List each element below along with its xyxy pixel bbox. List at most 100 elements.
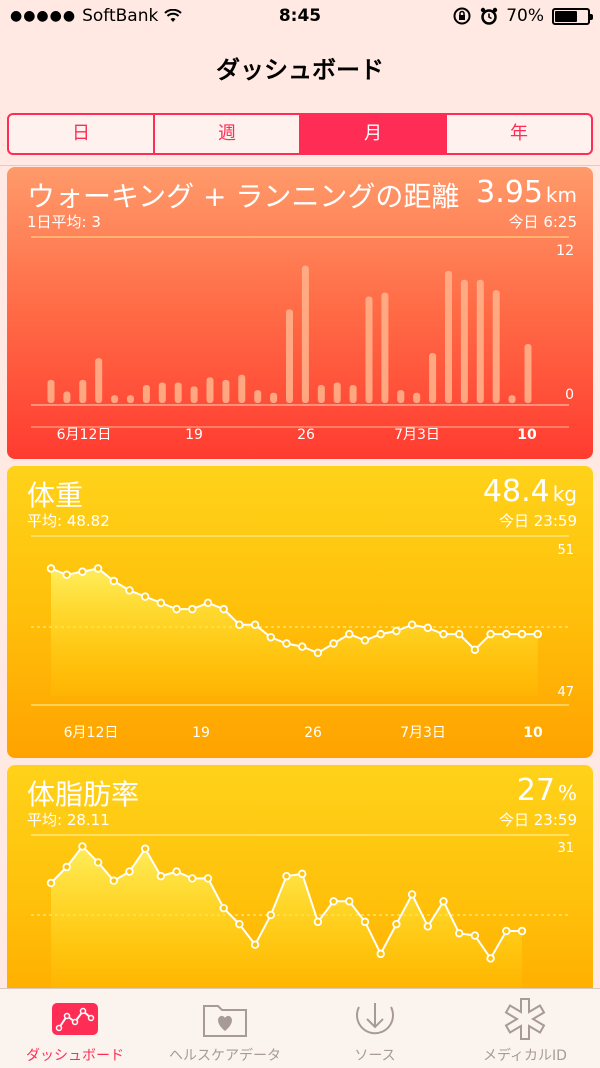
x-tick-label: 7月3日 [400, 725, 446, 741]
distance-bar [317, 385, 325, 403]
tab-label: ソース [354, 1048, 396, 1064]
distance-bar [460, 279, 468, 403]
y-tick-label: 0 [565, 387, 574, 403]
distance-bar [445, 270, 452, 403]
data-point [172, 867, 181, 876]
medical-id-star-icon [500, 998, 550, 1040]
value-unit: km [545, 183, 577, 207]
data-point [298, 869, 307, 879]
data-point [455, 629, 464, 639]
data-point [250, 620, 260, 629]
data-point [392, 626, 401, 636]
y-tick-label: 12 [556, 243, 574, 259]
distance-bar [270, 392, 278, 403]
data-point [219, 604, 228, 614]
period-segmented-control: 日 週 月 年 [7, 113, 593, 155]
data-point [392, 919, 401, 929]
distance-bar [429, 352, 437, 403]
card-timestamp: 今日 6:25 [508, 213, 577, 231]
body-fat-card[interactable]: 31 体脂肪率 27% 平均: 28.11 今日 23:59 [7, 765, 593, 995]
tab-bar: ダッシュボード ヘルスケアデータ ソース メディカルID [0, 988, 600, 1068]
x-tick-label: 6月12日 [57, 427, 112, 443]
distance-bar [79, 379, 87, 403]
data-point [502, 629, 511, 639]
data-point [360, 636, 370, 645]
data-point [250, 940, 260, 949]
card-title: ウォーキング + ランニングの距離 [27, 180, 460, 213]
data-point [470, 645, 480, 654]
distance-bar [174, 382, 182, 403]
distance-bar [95, 358, 103, 403]
data-point [313, 648, 323, 658]
data-point [140, 844, 150, 853]
card-timestamp: 今日 23:59 [499, 811, 577, 829]
tab-health-data[interactable]: ヘルスケアデータ [150, 989, 300, 1068]
tab-dashboard[interactable]: ダッシュボード [0, 989, 150, 1068]
rotation-lock-icon [453, 7, 471, 25]
card-average: 1日平均: 3 [27, 213, 101, 231]
data-point [125, 586, 134, 595]
battery-icon [552, 7, 593, 25]
data-point [329, 897, 338, 906]
card-timestamp: 今日 23:59 [499, 512, 577, 530]
value-unit: kg [552, 482, 577, 506]
distance-card[interactable]: 12 0 6月12日 19 26 7月3日 10 ウォーキング + ランニングの距離 3.9… [7, 167, 593, 459]
data-point [345, 629, 354, 639]
data-point [203, 598, 213, 608]
data-point [109, 576, 118, 586]
data-point [282, 871, 291, 881]
segment-year[interactable]: 年 [447, 115, 591, 153]
data-point [360, 917, 370, 927]
distance-bar [206, 377, 214, 403]
segment-month[interactable]: 月 [301, 115, 447, 153]
tab-sources[interactable]: ソース [300, 989, 450, 1068]
segment-day[interactable]: 日 [9, 115, 155, 153]
data-point [470, 931, 480, 940]
x-tick-label: 19 [192, 725, 210, 741]
tab-medical-id[interactable]: メディカルID [450, 989, 600, 1068]
segment-week[interactable]: 週 [155, 115, 301, 153]
data-point [439, 897, 448, 906]
data-point [329, 639, 338, 648]
data-point [423, 623, 432, 633]
card-title: 体脂肪率 [27, 778, 140, 811]
distance-bar [111, 395, 119, 403]
data-point [455, 929, 464, 938]
data-point [376, 949, 385, 959]
data-point [140, 592, 150, 601]
data-point [62, 570, 71, 579]
x-tick-label: 26 [304, 725, 322, 741]
data-point [93, 858, 103, 867]
data-point [345, 897, 354, 906]
x-tick-label: 6月12日 [64, 725, 119, 741]
card-title: 体重 [27, 479, 84, 512]
tab-label: ダッシュボード [26, 1048, 124, 1064]
page-title: ダッシュボード [216, 56, 384, 84]
x-tick-label: 19 [185, 427, 203, 443]
value-number: 48.4 [482, 474, 550, 509]
data-point [407, 620, 417, 629]
data-point [156, 871, 166, 881]
data-point [313, 917, 323, 927]
data-point [407, 890, 417, 899]
x-tick-label: 26 [297, 427, 315, 443]
distance-bar [301, 265, 309, 403]
data-point [109, 876, 118, 885]
data-point [156, 598, 166, 608]
x-tick-label: 10 [523, 725, 543, 741]
data-point [517, 629, 527, 639]
distance-bar [47, 379, 55, 403]
card-value: 27% [517, 773, 577, 808]
card-average: 平均: 48.82 [27, 512, 110, 530]
weight-card[interactable]: 51 47 6月12日 19 26 7月3日 10 体重 48.4 kg 平均: 48.82 … [7, 466, 593, 758]
data-point [93, 564, 103, 573]
data-point [46, 564, 56, 573]
data-point [266, 910, 275, 920]
data-point [78, 567, 87, 576]
health-data-folder-icon [200, 999, 250, 1039]
distance-bar [413, 392, 421, 403]
data-point [266, 633, 275, 642]
distance-bar [524, 343, 532, 403]
distance-bar [63, 391, 71, 403]
data-point [486, 954, 495, 963]
